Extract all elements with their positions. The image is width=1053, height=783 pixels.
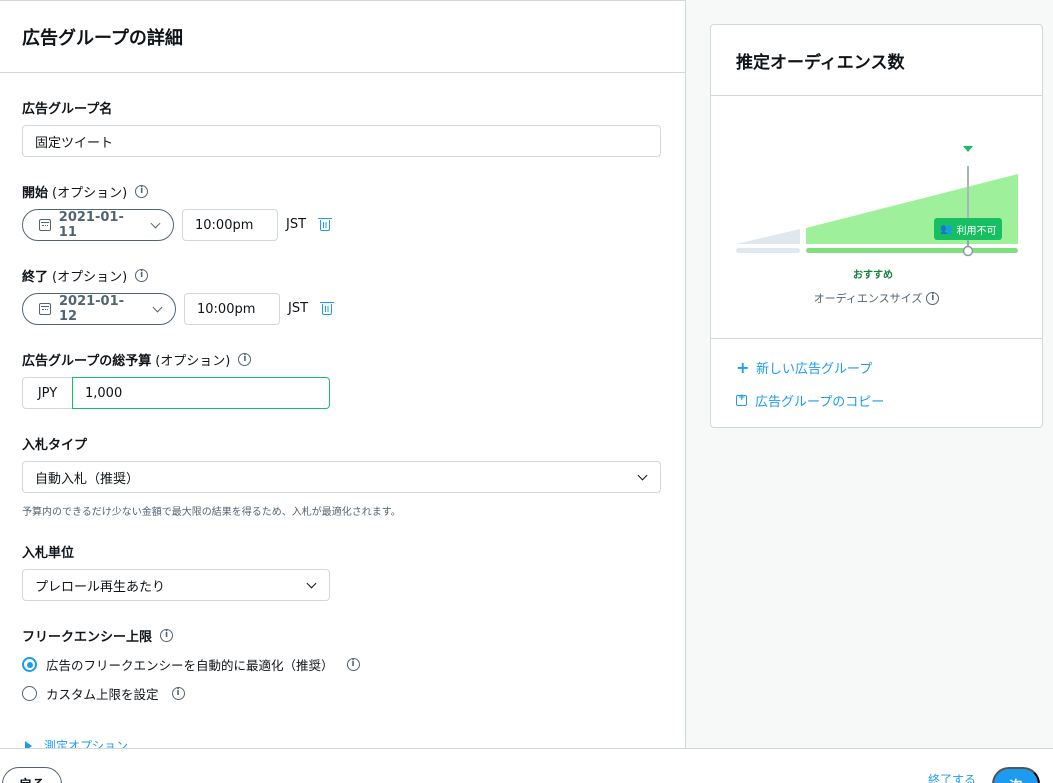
audience-size-chart: 👥 利用不可 おすすめ オーディエンスサイズ i [711, 96, 1042, 339]
info-icon[interactable]: i [346, 658, 360, 671]
bid-type-selected: 自動入札（推奨） [35, 471, 140, 487]
audience-low-bar [736, 248, 800, 253]
currency-label: JPY [22, 377, 73, 409]
budget-value: 1,000 [85, 385, 123, 401]
audience-estimate-card: 推定オーディエンス数 👥 利用不可 おすすめ オーディエンスサイズ i + 新し… [710, 24, 1043, 428]
budget-label-text: 広告グループの総予算 [22, 354, 152, 369]
frequency-option-custom-label: カスタム上限を設定 [46, 687, 159, 702]
measurement-options-label: 測定オプション [44, 739, 129, 748]
unavailable-badge: 👥 利用不可 [934, 218, 1003, 240]
end-label-text: 終了 [22, 270, 49, 285]
plus-icon: + [736, 358, 750, 377]
next-button[interactable]: 次 [992, 767, 1040, 783]
ad-group-name-input[interactable]: 固定ツイート [22, 125, 661, 157]
start-timezone: JST [286, 217, 307, 232]
measurement-options-toggle[interactable]: 測定オプション [25, 737, 128, 748]
end-timezone: JST [288, 301, 309, 316]
bid-type-select[interactable]: 自動入札（推奨） [22, 461, 661, 493]
info-icon[interactable]: i [238, 353, 252, 366]
bid-type-help-text: 予算内のできるだけ少ない金額で最大限の結果を得るため、入札が最適化されます。 [22, 507, 401, 518]
trash-icon[interactable] [318, 218, 332, 231]
chevron-down-icon [637, 470, 648, 480]
ad-group-name-label-text: 広告グループ名 [22, 102, 113, 117]
frequency-cap-label-text: フリークエンシー上限 [22, 630, 153, 645]
info-icon[interactable]: i [171, 687, 185, 700]
budget-label: 広告グループの総予算 (オプション) i [22, 350, 252, 369]
bid-type-label-text: 入札タイプ [22, 438, 88, 453]
copy-icon [736, 393, 747, 406]
bid-unit-selected: プレロール再生あたり [35, 579, 166, 595]
calendar-icon [39, 303, 51, 315]
ad-group-name-value: 固定ツイート [35, 135, 114, 151]
info-icon[interactable]: i [135, 185, 149, 198]
start-label-text: 開始 [22, 186, 49, 201]
end-time-input[interactable]: 10:00pm [184, 293, 280, 325]
end-date-value: 2021-01-12 [58, 294, 125, 324]
radio-selected-icon[interactable] [22, 657, 37, 672]
footer-bar: 戻る 終了する 次 [0, 748, 1053, 783]
calendar-icon [39, 219, 51, 231]
ad-group-details-panel: 広告グループの詳細 広告グループ名 固定ツイート 開始 (オプション) i 20… [0, 0, 686, 748]
back-button[interactable]: 戻る [2, 767, 62, 783]
recommended-label: おすすめ [853, 270, 893, 281]
end-date-picker[interactable]: 2021-01-12 [22, 293, 176, 325]
audience-size-label: オーディエンスサイズ i [711, 290, 1042, 306]
chevron-down-icon [150, 218, 161, 228]
audience-low-area [736, 229, 800, 244]
audience-recommended-bar [806, 248, 1018, 253]
frequency-option-auto[interactable]: 広告のフリークエンシーを自動的に最適化（推奨） i [22, 655, 360, 674]
chevron-down-icon [306, 578, 317, 588]
copy-ad-group-label: 広告グループのコピー [755, 395, 885, 410]
budget-input[interactable]: 1,000 [72, 377, 330, 409]
start-date-value: 2021-01-11 [58, 210, 124, 240]
end-optional-text: (オプション) [52, 270, 128, 285]
copy-ad-group-link[interactable]: 広告グループのコピー [736, 391, 884, 410]
caret-right-icon [25, 740, 32, 748]
chevron-down-icon [152, 302, 163, 312]
end-time-value: 10:00pm [197, 301, 256, 317]
frequency-option-auto-label: 広告のフリークエンシーを自動的に最適化（推奨） [46, 658, 334, 673]
start-time-value: 10:00pm [195, 217, 254, 233]
radio-unselected-icon[interactable] [22, 686, 37, 701]
start-time-input[interactable]: 10:00pm [182, 209, 278, 241]
info-icon[interactable]: i [160, 629, 174, 642]
start-label: 開始 (オプション) i [22, 182, 149, 201]
frequency-option-custom[interactable]: カスタム上限を設定 i [22, 684, 185, 703]
audience-marker-dot [962, 245, 974, 257]
new-ad-group-label: 新しい広告グループ [756, 362, 873, 377]
people-icon: 👥 [940, 223, 953, 235]
bid-unit-label-text: 入札単位 [22, 546, 75, 561]
info-icon[interactable]: i [926, 291, 940, 305]
badge-pointer [963, 146, 973, 152]
frequency-cap-label: フリークエンシー上限 i [22, 626, 174, 645]
new-ad-group-link[interactable]: + 新しい広告グループ [736, 358, 872, 377]
end-label: 終了 (オプション) i [22, 266, 149, 285]
finish-link[interactable]: 終了する [928, 771, 976, 783]
info-icon[interactable]: i [135, 269, 149, 282]
start-optional-text: (オプション) [52, 186, 128, 201]
start-date-picker[interactable]: 2021-01-11 [22, 209, 174, 241]
panel-header: 広告グループの詳細 [0, 1, 685, 73]
budget-optional-text: (オプション) [155, 354, 231, 369]
bid-unit-label: 入札単位 [22, 542, 74, 561]
audience-size-label-text: オーディエンスサイズ [813, 292, 923, 305]
bid-unit-select[interactable]: プレロール再生あたり [22, 569, 330, 601]
bid-type-label: 入札タイプ [22, 434, 87, 453]
audience-card-header: 推定オーディエンス数 [711, 25, 1042, 96]
ad-group-name-label: 広告グループ名 [22, 98, 112, 117]
trash-icon[interactable] [320, 302, 334, 315]
page-title: 広告グループの詳細 [22, 27, 183, 49]
unavailable-badge-text: 利用不可 [956, 225, 997, 237]
